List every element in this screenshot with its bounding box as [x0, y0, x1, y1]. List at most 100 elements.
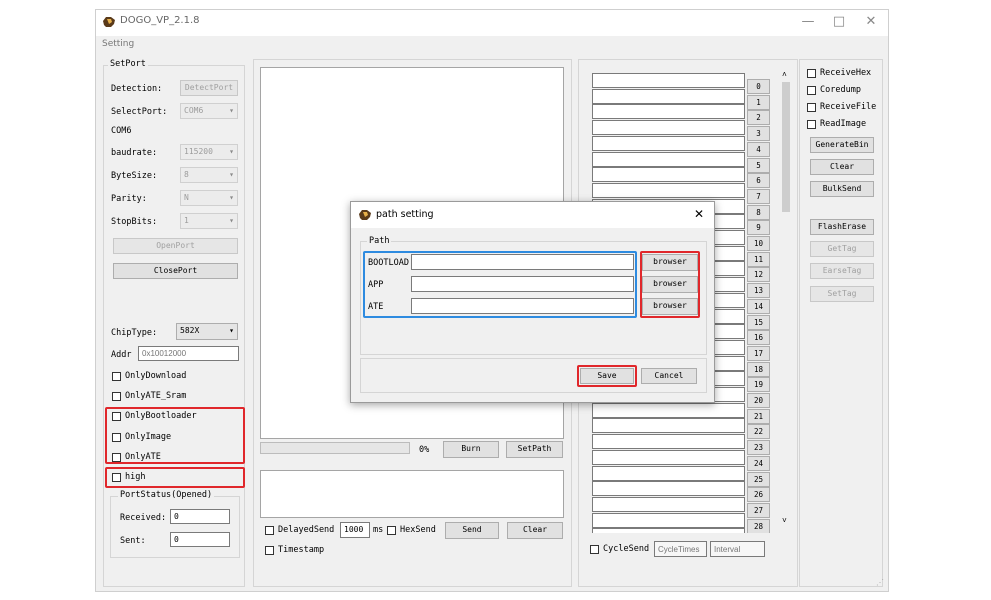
- only-image-checkbox[interactable]: [112, 433, 121, 442]
- multi-send-button[interactable]: 7: [747, 189, 770, 204]
- cancel-button[interactable]: Cancel: [641, 368, 697, 384]
- receive-file-checkbox[interactable]: [807, 103, 816, 112]
- scroll-down-icon[interactable]: ˅: [782, 516, 787, 526]
- hex-send-checkbox[interactable]: [387, 526, 396, 535]
- multi-send-input[interactable]: [592, 418, 745, 433]
- stopbits-combo[interactable]: 1 ▾: [180, 213, 238, 229]
- cycle-times-input[interactable]: [654, 541, 707, 557]
- send-button[interactable]: Send: [445, 522, 499, 539]
- minimize-icon[interactable]: —: [793, 13, 823, 31]
- multi-send-button[interactable]: 20: [747, 393, 770, 408]
- multi-send-button[interactable]: 4: [747, 142, 770, 157]
- multi-send-button[interactable]: 28: [747, 519, 770, 533]
- delay-ms-input[interactable]: 1000: [340, 522, 370, 538]
- multi-send-button[interactable]: 24: [747, 456, 770, 471]
- send-input-area[interactable]: [260, 470, 564, 518]
- multi-send-input[interactable]: [592, 89, 745, 104]
- only-bootloader-checkbox[interactable]: [112, 412, 121, 421]
- only-ate-sram-checkbox[interactable]: [112, 392, 121, 401]
- bootload-path-input[interactable]: [411, 254, 634, 270]
- multi-send-button[interactable]: 3: [747, 126, 770, 141]
- setpath-button[interactable]: SetPath: [506, 441, 563, 458]
- bulk-send-button[interactable]: BulkSend: [810, 181, 874, 197]
- app-path-input[interactable]: [411, 276, 634, 292]
- receive-hex-checkbox[interactable]: [807, 69, 816, 78]
- multi-send-button[interactable]: 10: [747, 236, 770, 251]
- scroll-thumb[interactable]: [782, 82, 790, 212]
- multi-send-button[interactable]: 21: [747, 409, 770, 424]
- addr-input[interactable]: [138, 346, 239, 361]
- bytesize-combo[interactable]: 8 ▾: [180, 167, 238, 183]
- multi-send-input[interactable]: [592, 183, 745, 198]
- maximize-icon[interactable]: □: [824, 13, 854, 31]
- multi-send-input[interactable]: [592, 73, 745, 88]
- multi-send-button[interactable]: 5: [747, 158, 770, 173]
- multi-send-button[interactable]: 27: [747, 503, 770, 518]
- multi-send-input[interactable]: [592, 120, 745, 135]
- menu-setting[interactable]: Setting: [102, 39, 134, 49]
- multi-send-button[interactable]: 25: [747, 472, 770, 487]
- multi-send-input[interactable]: [592, 481, 745, 496]
- multi-send-button[interactable]: 6: [747, 173, 770, 188]
- multi-send-button[interactable]: 16: [747, 330, 770, 345]
- clear-send-button[interactable]: Clear: [507, 522, 563, 539]
- earse-tag-button[interactable]: EarseTag: [810, 263, 874, 279]
- read-image-checkbox[interactable]: [807, 120, 816, 129]
- multi-send-input[interactable]: [592, 167, 745, 182]
- resize-grip-icon[interactable]: ⋰: [876, 578, 884, 587]
- multi-send-button[interactable]: 14: [747, 299, 770, 314]
- multi-send-button[interactable]: 0: [747, 79, 770, 94]
- interval-input[interactable]: [710, 541, 765, 557]
- coredump-checkbox[interactable]: [807, 86, 816, 95]
- parity-combo[interactable]: N ▾: [180, 190, 238, 206]
- multi-send-button[interactable]: 1: [747, 95, 770, 110]
- multi-send-button[interactable]: 19: [747, 377, 770, 392]
- chiptype-combo[interactable]: 582X ▾: [176, 323, 238, 340]
- selectport-combo[interactable]: COM6 ▾: [180, 103, 238, 119]
- multi-send-input[interactable]: [592, 434, 745, 449]
- detect-port-button[interactable]: DetectPort: [180, 80, 238, 96]
- multi-send-button[interactable]: 2: [747, 110, 770, 125]
- multi-send-input[interactable]: [592, 513, 745, 528]
- set-tag-button[interactable]: SetTag: [810, 286, 874, 302]
- multi-send-input[interactable]: [592, 136, 745, 151]
- get-tag-button[interactable]: GetTag: [810, 241, 874, 257]
- multi-send-button[interactable]: 9: [747, 220, 770, 235]
- multi-send-button[interactable]: 22: [747, 424, 770, 439]
- multi-send-button[interactable]: 15: [747, 315, 770, 330]
- multi-send-scrollbar[interactable]: ˄ ˅: [780, 68, 792, 530]
- ate-browser-button[interactable]: browser: [642, 298, 698, 315]
- multi-send-input[interactable]: [592, 466, 745, 481]
- multi-send-button[interactable]: 17: [747, 346, 770, 361]
- multi-send-button[interactable]: 26: [747, 487, 770, 502]
- delayed-send-checkbox[interactable]: [265, 526, 274, 535]
- save-button[interactable]: Save: [580, 368, 634, 384]
- generate-bin-button[interactable]: GenerateBin: [810, 137, 874, 153]
- cycle-send-checkbox[interactable]: [590, 545, 599, 554]
- multi-send-button[interactable]: 23: [747, 440, 770, 455]
- high-checkbox[interactable]: [112, 473, 121, 482]
- multi-send-input[interactable]: [592, 104, 745, 119]
- close-port-button[interactable]: ClosePort: [113, 263, 238, 279]
- only-download-checkbox[interactable]: [112, 372, 121, 381]
- multi-send-input[interactable]: [592, 497, 745, 512]
- timestamp-checkbox[interactable]: [265, 546, 274, 555]
- multi-send-button[interactable]: 12: [747, 267, 770, 282]
- dialog-close-icon[interactable]: ✕: [694, 207, 704, 221]
- burn-button[interactable]: Burn: [443, 441, 499, 458]
- multi-send-button[interactable]: 18: [747, 362, 770, 377]
- multi-send-button[interactable]: 13: [747, 283, 770, 298]
- multi-send-input[interactable]: [592, 528, 745, 533]
- flash-erase-button[interactable]: FlashErase: [810, 219, 874, 235]
- ate-path-input[interactable]: [411, 298, 634, 314]
- scroll-up-icon[interactable]: ˄: [782, 70, 787, 80]
- only-ate-checkbox[interactable]: [112, 453, 121, 462]
- multi-send-input[interactable]: [592, 152, 745, 167]
- bootload-browser-button[interactable]: browser: [642, 254, 698, 271]
- app-browser-button[interactable]: browser: [642, 276, 698, 293]
- multi-send-button[interactable]: 8: [747, 205, 770, 220]
- baudrate-combo[interactable]: 115200 ▾: [180, 144, 238, 160]
- clear-button[interactable]: Clear: [810, 159, 874, 175]
- multi-send-input[interactable]: [592, 403, 745, 418]
- close-icon[interactable]: ✕: [856, 13, 886, 31]
